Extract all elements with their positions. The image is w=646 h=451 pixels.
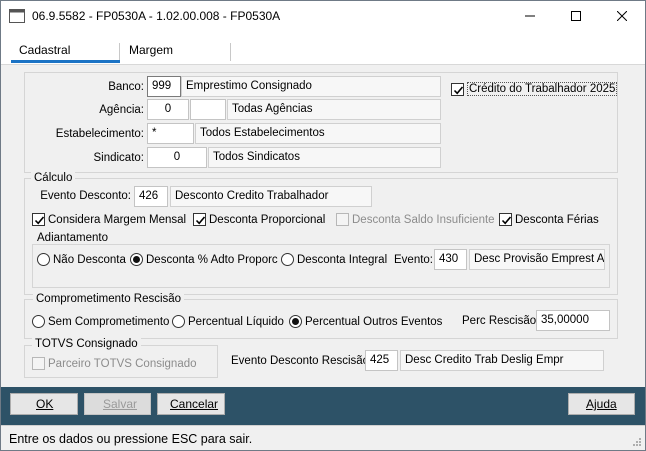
comprometimento-group-title: Comprometimento Rescisão [33, 293, 185, 305]
agencia-code2-field[interactable] [190, 99, 226, 120]
desconta-ferias-label: Desconta Férias [515, 213, 599, 226]
window-title: 06.9.5582 - FP0530A - 1.02.00.008 - FP05… [32, 9, 281, 23]
checkbox-checked-icon [499, 213, 512, 226]
evento-rescisao-code-field[interactable]: 425 [365, 350, 398, 371]
radio-nao-desconta[interactable]: Não Desconta [37, 253, 126, 266]
sindicato-desc-field: Todos Sindicatos [208, 147, 441, 168]
perc-rescisao-field[interactable]: 35,00000 [536, 310, 610, 331]
checkbox-checked-icon [451, 82, 464, 96]
credito-trabalhador-checkbox[interactable]: Crédito do Trabalhador 2025 [451, 82, 618, 96]
radio-nao-desconta-label: Não Desconta [53, 253, 126, 266]
button-bar: OK Salvar Cancelar Ajuda [1, 387, 645, 425]
desconta-proporcional-checkbox[interactable]: Desconta Proporcional [193, 213, 325, 226]
checkbox-checked-icon [32, 213, 45, 226]
ajuda-button-label: Ajuda [586, 397, 617, 411]
estabelecimento-code-field[interactable]: * [147, 123, 194, 144]
radio-percentual-liquido[interactable]: Percentual Líquido [172, 315, 284, 328]
radio-selected-icon [289, 315, 302, 328]
agencia-code-field[interactable]: 0 [147, 99, 189, 120]
status-bar: Entre os dados ou pressione ESC para sai… [1, 425, 645, 450]
adiantamento-evento-desc-field: Desc Provisão Emprest Adt [469, 249, 605, 270]
radio-percentual-outros-eventos[interactable]: Percentual Outros Eventos [289, 315, 442, 328]
evento-desconto-label: Evento Desconto: [40, 190, 131, 202]
parceiro-totvs-label: Parceiro TOTVS Consignado [48, 357, 197, 370]
minimize-button[interactable] [507, 1, 553, 31]
title-bar: 06.9.5582 - FP0530A - 1.02.00.008 - FP05… [1, 1, 645, 31]
checkbox-checked-icon [193, 213, 206, 226]
application-window: 06.9.5582 - FP0530A - 1.02.00.008 - FP05… [0, 0, 646, 451]
estabelecimento-label: Estabelecimento: [55, 128, 144, 140]
close-button[interactable] [599, 1, 645, 31]
evento-rescisao-desc-field: Desc Credito Trab Deslig Empr [400, 350, 604, 371]
tab-margem[interactable]: Margem [129, 43, 173, 57]
radio-unselected-icon [172, 315, 185, 328]
radio-sem-comprometimento-label: Sem Comprometimento [48, 315, 170, 328]
radio-desconta-integral[interactable]: Desconta Integral [281, 253, 387, 266]
adiantamento-evento-label: Evento: [394, 254, 433, 266]
maximize-button[interactable] [553, 1, 599, 31]
active-tab-indicator [11, 60, 120, 63]
perc-rescisao-label: Perc Rescisão: [462, 315, 540, 327]
agencia-label: Agência: [99, 104, 144, 116]
salvar-button: Salvar [84, 393, 151, 415]
app-icon [9, 9, 25, 23]
status-text: Entre os dados ou pressione ESC para sai… [9, 432, 253, 446]
ok-button-label: OK [36, 397, 54, 411]
desconta-ferias-checkbox[interactable]: Desconta Férias [499, 213, 599, 226]
ok-button[interactable]: OK [10, 393, 78, 415]
radio-unselected-icon [37, 253, 50, 266]
adiantamento-group-title: Adiantamento [34, 232, 111, 244]
parceiro-totvs-checkbox: Parceiro TOTVS Consignado [32, 357, 197, 370]
agencia-desc-field: Todas Agências [227, 99, 441, 120]
tab-divider [119, 43, 120, 61]
desconta-saldo-insuficiente-label: Desconta Saldo Insuficiente [352, 213, 495, 226]
evento-desconto-code-field[interactable]: 426 [134, 186, 168, 207]
tab-divider [230, 43, 231, 61]
sindicato-label: Sindicato: [93, 152, 144, 164]
radio-percentual-liquido-label: Percentual Líquido [188, 315, 284, 328]
evento-rescisao-label: Evento Desconto Rescisão: [231, 355, 373, 367]
maximize-icon [571, 11, 581, 21]
radio-unselected-icon [281, 253, 294, 266]
desconta-proporcional-label: Desconta Proporcional [209, 213, 326, 226]
checkbox-unchecked-icon [32, 357, 45, 370]
adiantamento-evento-code-field[interactable]: 430 [434, 249, 467, 270]
form-content: Banco: 999 Emprestimo Consignado Crédito… [1, 65, 645, 387]
radio-unselected-icon [32, 315, 45, 328]
radio-desconta-adto-proporc-label: Desconta % Adto Proporc [146, 253, 278, 266]
checkbox-unchecked-icon [336, 213, 349, 226]
salvar-button-label: Salvar [103, 397, 138, 411]
considera-margem-mensal-label: Considera Margem Mensal [48, 213, 187, 226]
cancelar-button-label: Cancelar [170, 397, 219, 411]
considera-margem-mensal-checkbox[interactable]: Considera Margem Mensal [32, 213, 186, 226]
credito-trabalhador-label: Crédito do Trabalhador 2025 [467, 82, 618, 96]
radio-desconta-integral-label: Desconta Integral [297, 253, 388, 266]
radio-sem-comprometimento[interactable]: Sem Comprometimento [32, 315, 169, 328]
resize-grip-icon[interactable] [632, 437, 642, 447]
sindicato-code-field[interactable]: 0 [147, 147, 207, 168]
banco-label: Banco: [108, 81, 144, 93]
banco-desc-field: Emprestimo Consignado [181, 76, 441, 97]
cancelar-button[interactable]: Cancelar [157, 393, 225, 415]
evento-desconto-desc-field: Desconto Credito Trabalhador [170, 186, 372, 207]
estabelecimento-desc-field: Todos Estabelecimentos [195, 123, 441, 144]
calculo-group-title: Cálculo [31, 172, 76, 184]
radio-percentual-outros-eventos-label: Percentual Outros Eventos [305, 315, 443, 328]
minimize-icon [525, 15, 535, 17]
desconta-saldo-insuficiente-checkbox: Desconta Saldo Insuficiente [336, 213, 495, 226]
totvs-group-title: TOTVS Consignado [32, 338, 141, 350]
tab-cadastral[interactable]: Cadastral [19, 43, 70, 57]
banco-code-field[interactable]: 999 [147, 76, 181, 97]
radio-desconta-adto-proporc[interactable]: Desconta % Adto Proporc [130, 253, 278, 266]
close-icon [617, 11, 627, 21]
radio-selected-icon [130, 253, 143, 266]
ajuda-button[interactable]: Ajuda [568, 393, 635, 415]
